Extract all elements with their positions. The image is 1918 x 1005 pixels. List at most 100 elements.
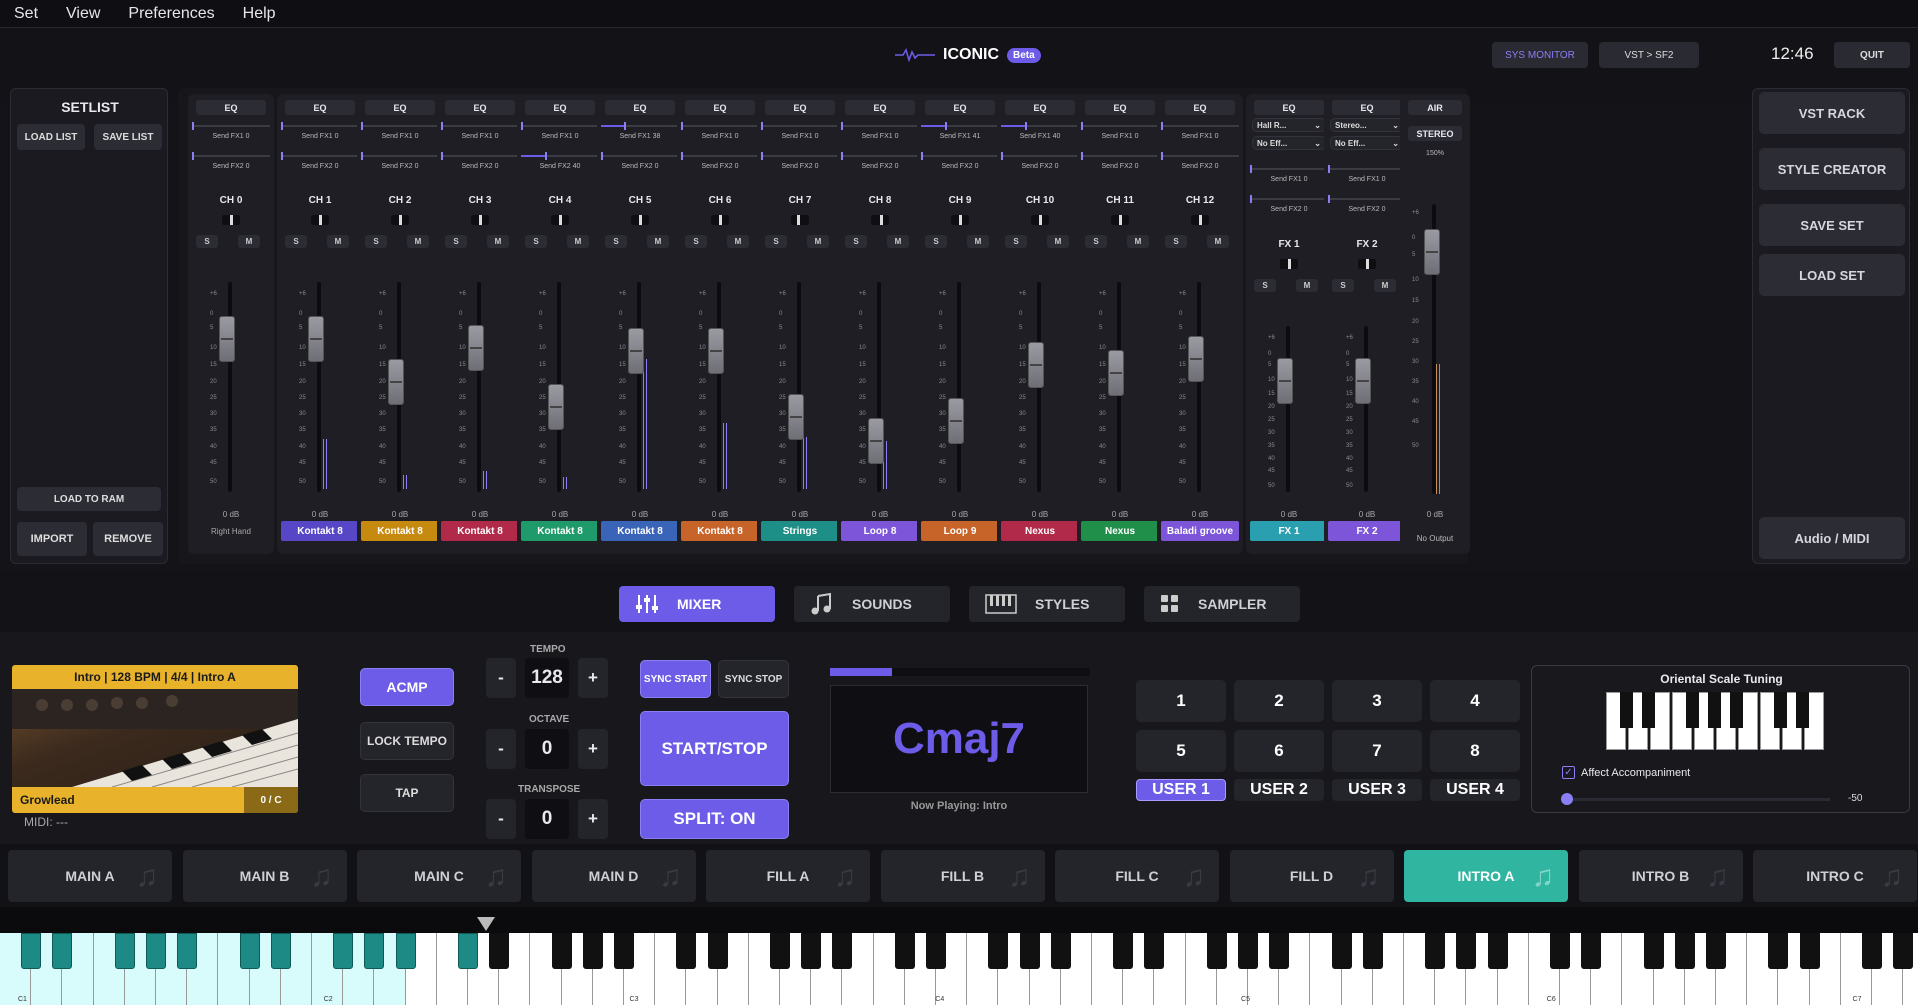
eq-button[interactable]: EQ [1332, 100, 1402, 115]
mute-button[interactable]: M [1207, 235, 1229, 248]
send-fx1-slider[interactable] [1328, 165, 1406, 173]
send-fx2-knob[interactable] [1328, 195, 1330, 203]
instrument-label[interactable]: Loop 9 [921, 521, 999, 541]
split-button[interactable]: SPLIT: ON [640, 799, 789, 839]
send-fx1-slider[interactable] [1081, 122, 1159, 130]
send-fx2-knob[interactable] [281, 152, 283, 160]
tempo-plus-button[interactable]: + [578, 658, 608, 698]
solo-button[interactable]: S [1085, 235, 1107, 248]
oriental-keyboard[interactable] [1606, 692, 1836, 750]
send-fx1-knob[interactable] [192, 122, 194, 130]
load-to-ram-button[interactable]: LOAD TO RAM [17, 487, 161, 511]
send-fx1-slider[interactable] [1161, 122, 1239, 130]
black-key[interactable] [926, 933, 946, 969]
send-fx1-slider[interactable] [441, 122, 519, 130]
send-fx1-slider[interactable] [1250, 165, 1328, 173]
send-fx2-knob[interactable] [1161, 152, 1163, 160]
instrument-label[interactable]: Kontakt 8 [361, 521, 439, 541]
variation-button-7[interactable]: 7 [1332, 730, 1422, 772]
mute-button[interactable]: M [238, 235, 260, 248]
send-fx2-slider[interactable] [841, 152, 919, 160]
send-fx2-knob[interactable] [544, 152, 547, 160]
solo-button[interactable]: S [685, 235, 707, 248]
pan-knob[interactable] [958, 215, 962, 225]
send-fx1-knob[interactable] [521, 122, 523, 130]
black-key[interactable] [770, 933, 790, 969]
black-key[interactable] [395, 933, 416, 969]
black-key[interactable] [1238, 933, 1258, 969]
mute-button[interactable]: M [727, 235, 749, 248]
eq-button[interactable]: EQ [285, 100, 355, 115]
pan-knob[interactable] [1365, 259, 1369, 269]
instrument-label[interactable]: Baladi groove [1161, 521, 1239, 541]
send-fx2-slider[interactable] [601, 152, 679, 160]
black-key[interactable] [364, 933, 385, 969]
black-key[interactable] [707, 933, 728, 969]
style-section-fill-c[interactable]: FILL C ♫ [1055, 850, 1219, 902]
black-key[interactable] [1425, 933, 1446, 969]
tab-sampler[interactable]: SAMPLER [1144, 586, 1300, 622]
vst-sf2-button[interactable]: VST > SF2 [1599, 42, 1699, 68]
eq-button[interactable]: EQ [765, 100, 835, 115]
fx-label[interactable]: FX 1 [1250, 521, 1328, 541]
send-fx1-slider[interactable] [192, 122, 270, 130]
current-sound-card[interactable]: Intro | 128 BPM | 4/4 | Intro A Growlead… [12, 665, 298, 813]
send-fx1-knob[interactable] [441, 122, 443, 130]
mute-button[interactable]: M [327, 235, 349, 248]
black-key[interactable] [1269, 933, 1290, 969]
pan-knob[interactable] [558, 215, 562, 225]
send-fx1-knob[interactable] [681, 122, 683, 130]
tab-mixer[interactable]: MIXER [619, 586, 775, 622]
user-button-4[interactable]: USER 4 [1430, 779, 1520, 801]
pan-knob[interactable] [638, 215, 642, 225]
variation-button-6[interactable]: 6 [1234, 730, 1324, 772]
eq-button[interactable]: EQ [196, 100, 266, 115]
black-key[interactable] [146, 933, 166, 969]
eq-button[interactable]: EQ [445, 100, 515, 115]
menu-view[interactable]: View [52, 5, 114, 23]
send-fx1-knob[interactable] [1161, 122, 1163, 130]
split-point-marker[interactable] [477, 917, 495, 931]
solo-button[interactable]: S [196, 235, 218, 248]
mute-button[interactable]: M [1374, 279, 1396, 292]
pan-knob[interactable] [318, 215, 322, 225]
eq-button[interactable]: EQ [1254, 100, 1324, 115]
send-fx2-slider[interactable] [681, 152, 759, 160]
pan-knob[interactable] [229, 215, 233, 225]
solo-button[interactable]: S [765, 235, 787, 248]
tap-button[interactable]: TAP [360, 774, 454, 812]
black-key[interactable] [1019, 933, 1040, 969]
send-fx1-knob[interactable] [281, 122, 283, 130]
send-fx1-knob[interactable] [623, 122, 626, 130]
black-key[interactable] [676, 933, 697, 969]
send-fx1-knob[interactable] [761, 122, 763, 130]
transpose-minus-button[interactable]: - [486, 799, 516, 839]
black-key[interactable] [801, 933, 822, 969]
transpose-plus-button[interactable]: + [578, 799, 608, 839]
variation-button-1[interactable]: 1 [1136, 680, 1226, 722]
solo-button[interactable]: S [285, 235, 307, 248]
volume-fader[interactable] [1355, 357, 1371, 404]
tempo-value[interactable]: 128 [525, 658, 569, 698]
solo-button[interactable]: S [1254, 279, 1276, 292]
volume-fader[interactable] [308, 316, 324, 362]
mute-button[interactable]: M [1127, 235, 1149, 248]
pan-control[interactable] [711, 215, 729, 225]
pan-control[interactable] [1111, 215, 1129, 225]
eq-button[interactable]: EQ [1085, 100, 1155, 115]
import-button[interactable]: IMPORT [17, 522, 87, 556]
send-fx1-slider[interactable] [361, 122, 439, 130]
solo-button[interactable]: S [445, 235, 467, 248]
eq-button[interactable]: EQ [685, 100, 755, 115]
volume-fader[interactable] [948, 397, 964, 444]
user-button-2[interactable]: USER 2 [1234, 779, 1324, 801]
style-creator-button[interactable]: STYLE CREATOR [1759, 148, 1905, 190]
variation-button-3[interactable]: 3 [1332, 680, 1422, 722]
black-key[interactable] [21, 933, 42, 969]
save-list-button[interactable]: SAVE LIST [94, 124, 162, 150]
volume-fader[interactable] [468, 324, 484, 371]
send-fx2-knob[interactable] [681, 152, 683, 160]
send-fx1-slider[interactable] [1001, 122, 1079, 130]
send-fx1-knob[interactable] [841, 122, 843, 130]
send-fx2-slider[interactable] [1250, 195, 1328, 203]
